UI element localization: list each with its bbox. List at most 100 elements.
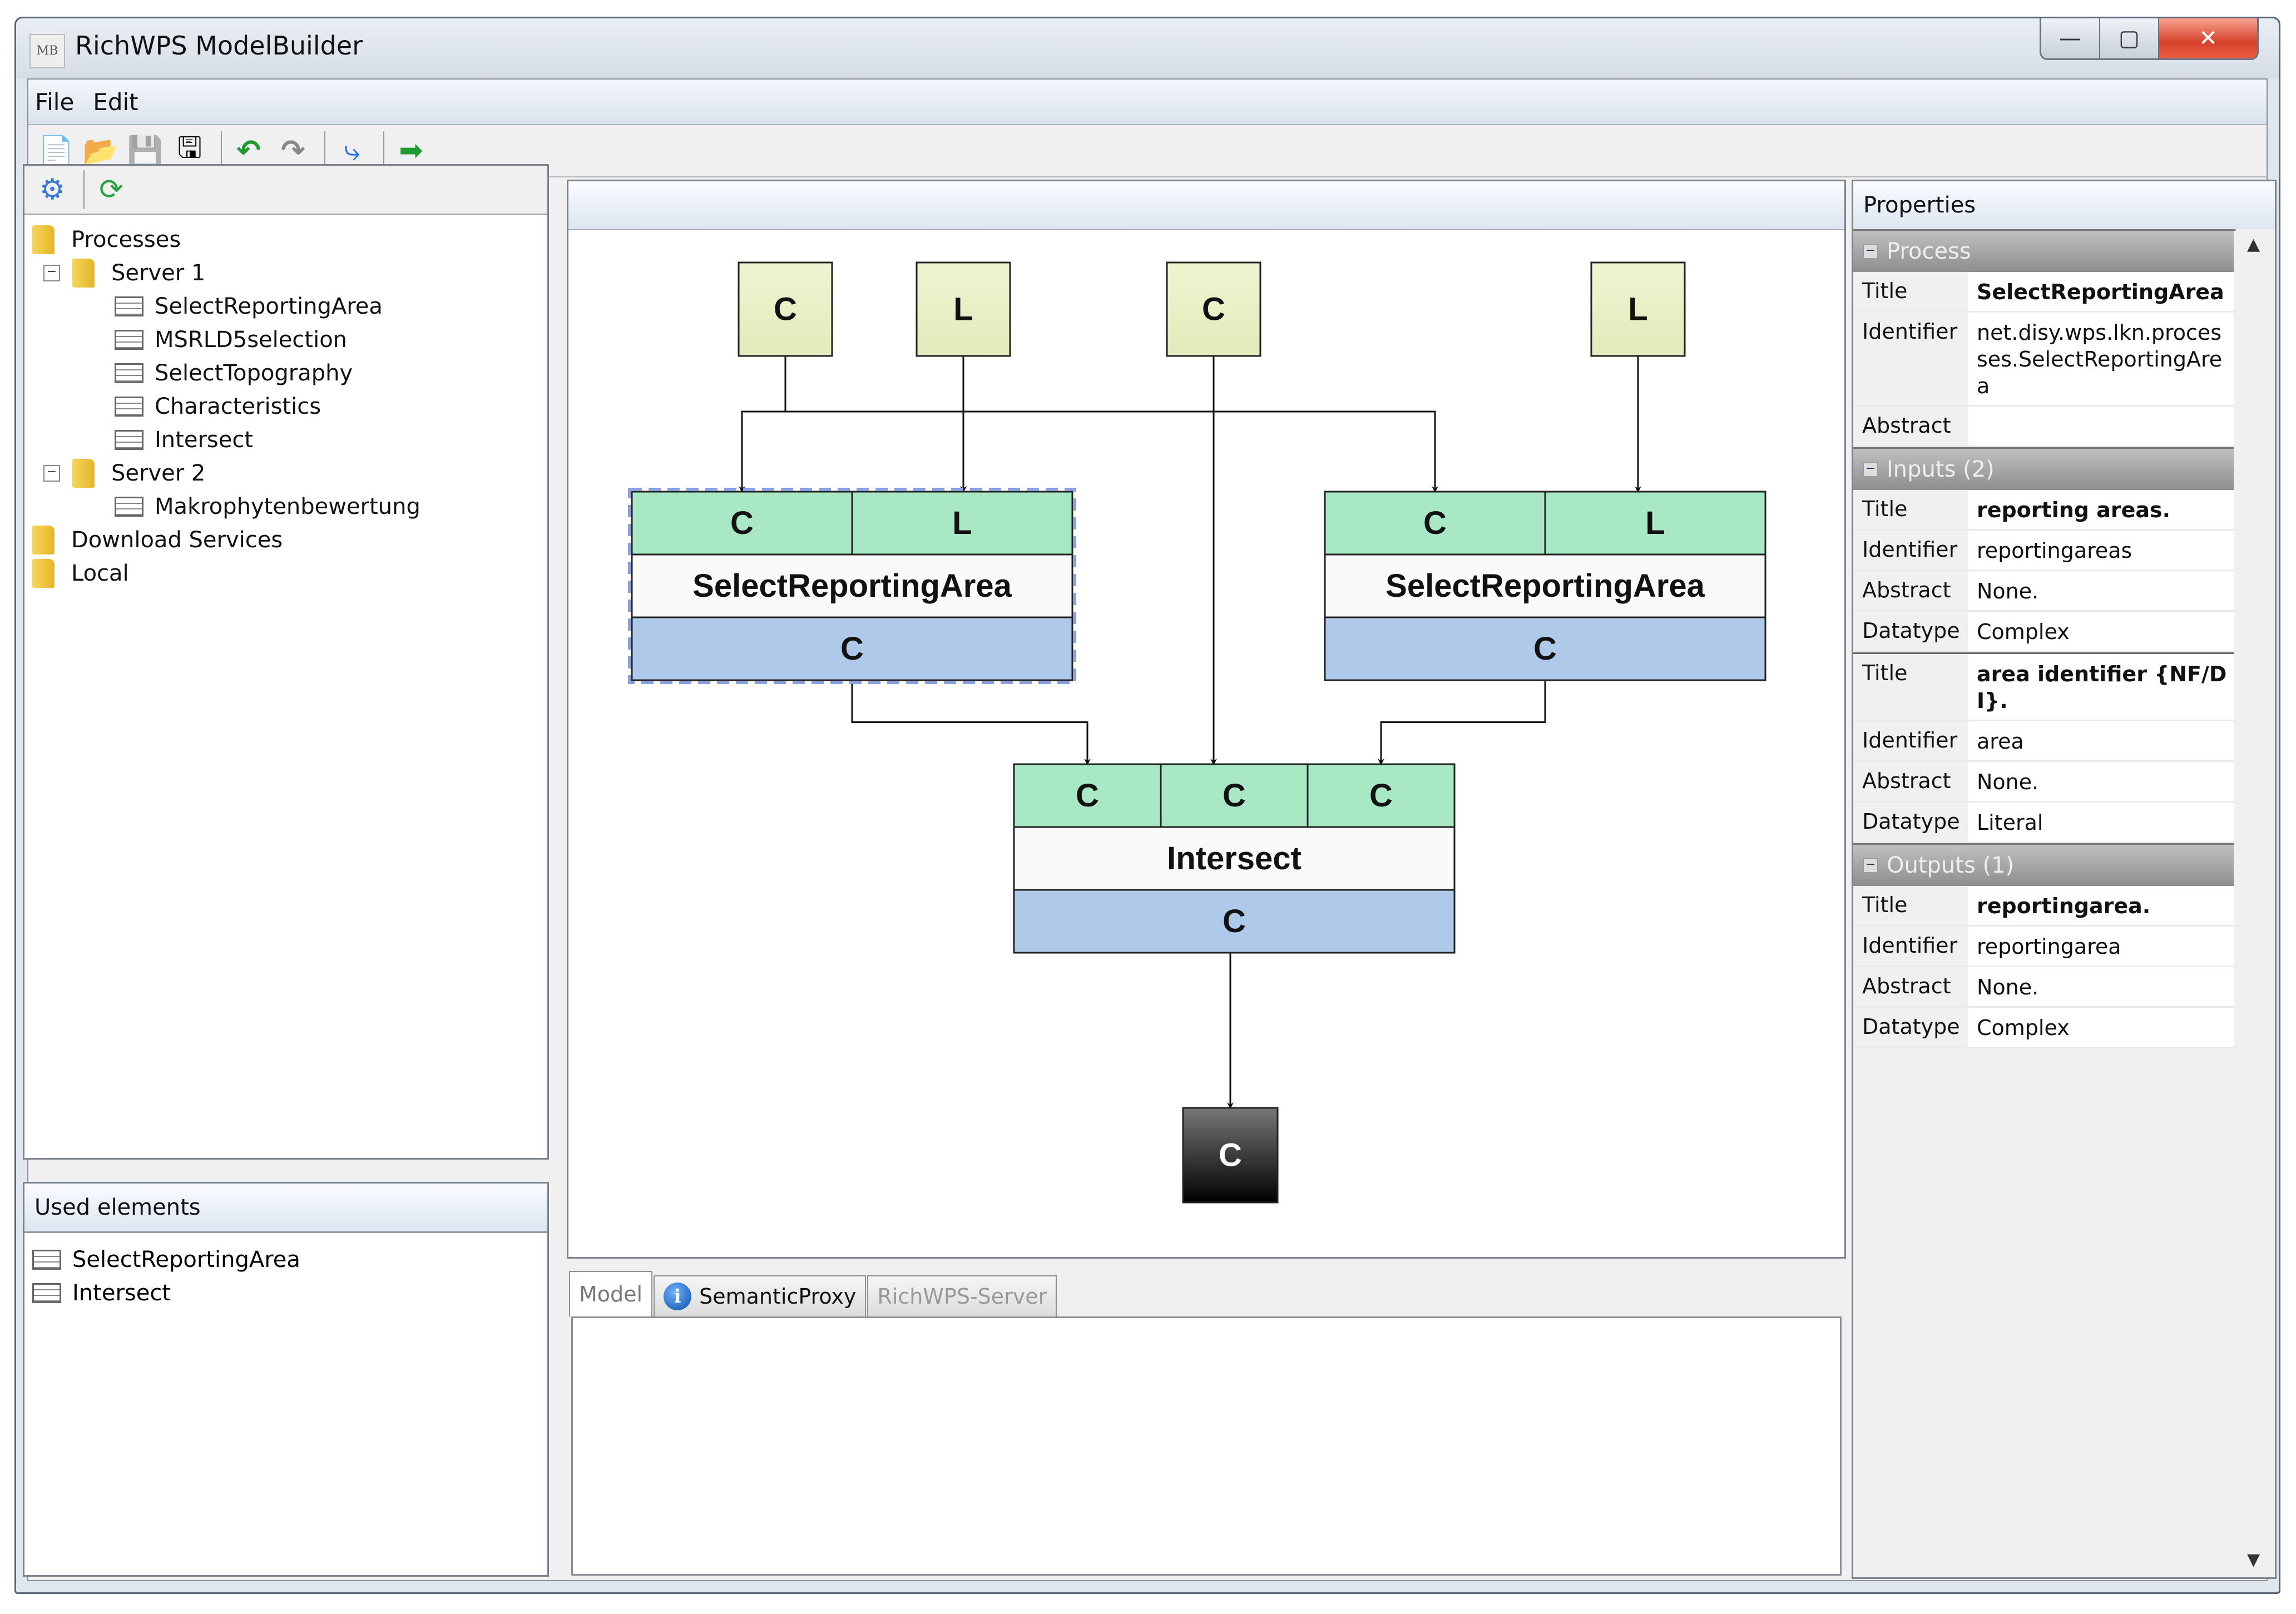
menu-file[interactable]: File xyxy=(28,88,86,116)
property-grid: − Process Title SelectReportingArea Identifi… xyxy=(1853,229,2234,1048)
property-row[interactable]: Identifier reportingareas xyxy=(1853,531,2234,571)
property-value: None. xyxy=(1977,770,2039,794)
tree-item-process[interactable]: Makrophytenbewertung xyxy=(32,490,547,523)
tree-item-process[interactable]: Characteristics xyxy=(32,390,547,423)
maximize-button[interactable]: ▢ xyxy=(2100,18,2159,58)
property-key: Identifier xyxy=(1853,531,1968,570)
process-node[interactable]: C L SelectReportingArea C xyxy=(1324,491,1766,681)
used-elements-list: SelectReportingArea Intersect xyxy=(24,1233,547,1310)
process-icon xyxy=(115,430,144,450)
bottom-tab-panel: Model i SemanticProxy RichWPS-Server xyxy=(567,1264,1846,1580)
input-node[interactable]: C xyxy=(738,261,833,357)
input-port-type: L xyxy=(952,505,972,541)
new-document-icon: 📄 xyxy=(38,134,75,168)
property-category[interactable]: − Process xyxy=(1853,229,2234,272)
scroll-up-icon[interactable]: ▲ xyxy=(2247,235,2260,254)
property-row[interactable]: Identifier net.disy.wps.lkn.processes.Sel… xyxy=(1853,313,2234,407)
collapse-toggle[interactable]: − xyxy=(43,265,60,281)
connection-line xyxy=(1378,680,1546,765)
collapse-icon[interactable]: − xyxy=(1863,462,1878,477)
property-row[interactable]: Identifier area xyxy=(1853,721,2234,762)
tree-label: SelectReportingArea xyxy=(155,294,383,319)
property-row[interactable]: Datatype Complex xyxy=(1853,612,2234,652)
export-icon: ➡ xyxy=(399,134,423,167)
property-value: Complex xyxy=(1977,620,2070,644)
tree-label: Processes xyxy=(71,227,181,253)
tree-item-process[interactable]: Intersect xyxy=(32,423,547,457)
property-category[interactable]: − Inputs (2) xyxy=(1853,447,2234,490)
process-node[interactable]: C L SelectReportingArea C xyxy=(628,488,1076,684)
tree-folder-server-1[interactable]: − Server 1 xyxy=(32,256,547,290)
tab-model[interactable]: Model xyxy=(569,1271,653,1316)
collapse-toggle[interactable]: − xyxy=(43,465,60,482)
used-element-item[interactable]: Intersect xyxy=(32,1276,547,1310)
tree-folder-download-services[interactable]: Download Services xyxy=(32,523,547,557)
input-node[interactable]: L xyxy=(916,261,1011,357)
property-row[interactable]: Title reporting areas. xyxy=(1853,490,2234,531)
tree-folder-processes[interactable]: Processes xyxy=(32,223,547,256)
model-diagram[interactable]: C L C L C L SelectReportingArea C C L SelectReport… xyxy=(568,229,1844,1257)
canvas-header xyxy=(568,181,1844,230)
refresh-button[interactable]: ⟳ xyxy=(91,170,131,210)
property-key: Abstract xyxy=(1853,571,1968,610)
tree-toolbar: ⚙ ⟳ xyxy=(24,166,547,215)
property-row[interactable]: Title area identifier {NF/DI}. xyxy=(1853,652,2234,721)
property-row[interactable]: Identifier reportingarea xyxy=(1853,927,2234,967)
minimize-button[interactable]: — xyxy=(2041,18,2100,58)
property-row[interactable]: Title reportingarea. xyxy=(1853,886,2234,927)
process-title: SelectReportingArea xyxy=(692,568,1012,604)
input-node[interactable]: L xyxy=(1590,261,1686,357)
property-row[interactable]: Datatype Literal xyxy=(1853,803,2234,843)
tree-item-process[interactable]: SelectReportingArea xyxy=(32,290,547,323)
input-port-type: L xyxy=(1645,505,1665,541)
window-title: RichWPS ModelBuilder xyxy=(75,31,363,61)
tab-semanticproxy[interactable]: i SemanticProxy xyxy=(654,1275,867,1316)
tree-folder-local[interactable]: Local xyxy=(32,557,547,590)
collapse-icon[interactable]: − xyxy=(1863,858,1878,873)
output-node[interactable]: C xyxy=(1182,1107,1279,1204)
tab-label: SemanticProxy xyxy=(699,1284,857,1309)
tree-item-process[interactable]: SelectTopography xyxy=(32,357,547,390)
input-node-type: C xyxy=(774,291,797,328)
property-value: reportingarea. xyxy=(1977,894,2151,918)
process-node[interactable]: C C C Intersect C xyxy=(1013,763,1456,954)
property-key: Datatype xyxy=(1853,612,1968,651)
folder-icon xyxy=(72,459,95,488)
property-row[interactable]: Abstract None. xyxy=(1853,762,2234,803)
property-value xyxy=(1968,407,2234,445)
menu-edit[interactable]: Edit xyxy=(86,88,150,116)
property-row[interactable]: Abstract None. xyxy=(1853,571,2234,612)
folder-icon xyxy=(32,526,55,554)
tree-item-process[interactable]: MSRLD5selection xyxy=(32,323,547,357)
gear-icon: ⚙ xyxy=(39,173,66,206)
close-button[interactable]: ✕ xyxy=(2159,18,2257,58)
scroll-down-icon[interactable]: ▼ xyxy=(2247,1550,2260,1570)
property-row[interactable]: Datatype Complex xyxy=(1853,1008,2234,1048)
used-element-label: SelectReportingArea xyxy=(72,1247,300,1273)
output-port-type: C xyxy=(1223,903,1246,939)
property-category[interactable]: − Outputs (1) xyxy=(1853,843,2234,886)
tab-richwps-server[interactable]: RichWPS-Server xyxy=(867,1275,1057,1316)
property-row[interactable]: Abstract xyxy=(1853,407,2234,447)
info-icon: i xyxy=(664,1283,692,1310)
property-row[interactable]: Title SelectReportingArea xyxy=(1853,272,2234,313)
property-value: area identifier {NF/DI}. xyxy=(1977,662,2227,713)
app-logo-icon: MB xyxy=(29,34,65,68)
menu-bar: File Edit xyxy=(28,80,2267,125)
undo-icon: ↶ xyxy=(236,134,261,167)
model-canvas-panel: C L C L C L SelectReportingArea C C L SelectReport… xyxy=(567,180,1846,1259)
settings-button[interactable]: ⚙ xyxy=(32,170,72,210)
property-value: None. xyxy=(1977,579,2039,603)
property-value: reporting areas. xyxy=(1977,498,2171,522)
input-node-type: L xyxy=(1628,291,1647,328)
input-node[interactable]: C xyxy=(1166,261,1261,357)
used-element-item[interactable]: SelectReportingArea xyxy=(32,1243,547,1276)
property-row[interactable]: Abstract None. xyxy=(1853,967,2234,1008)
property-key: Identifier xyxy=(1853,313,1968,405)
category-title: Inputs (2) xyxy=(1887,457,1995,482)
vertical-scrollbar[interactable]: ▲ ▼ xyxy=(2236,229,2275,1577)
collapse-icon[interactable]: − xyxy=(1863,244,1878,259)
used-element-label: Intersect xyxy=(72,1280,171,1306)
input-port-type: C xyxy=(1423,505,1447,541)
tree-folder-server-2[interactable]: − Server 2 xyxy=(32,457,547,490)
